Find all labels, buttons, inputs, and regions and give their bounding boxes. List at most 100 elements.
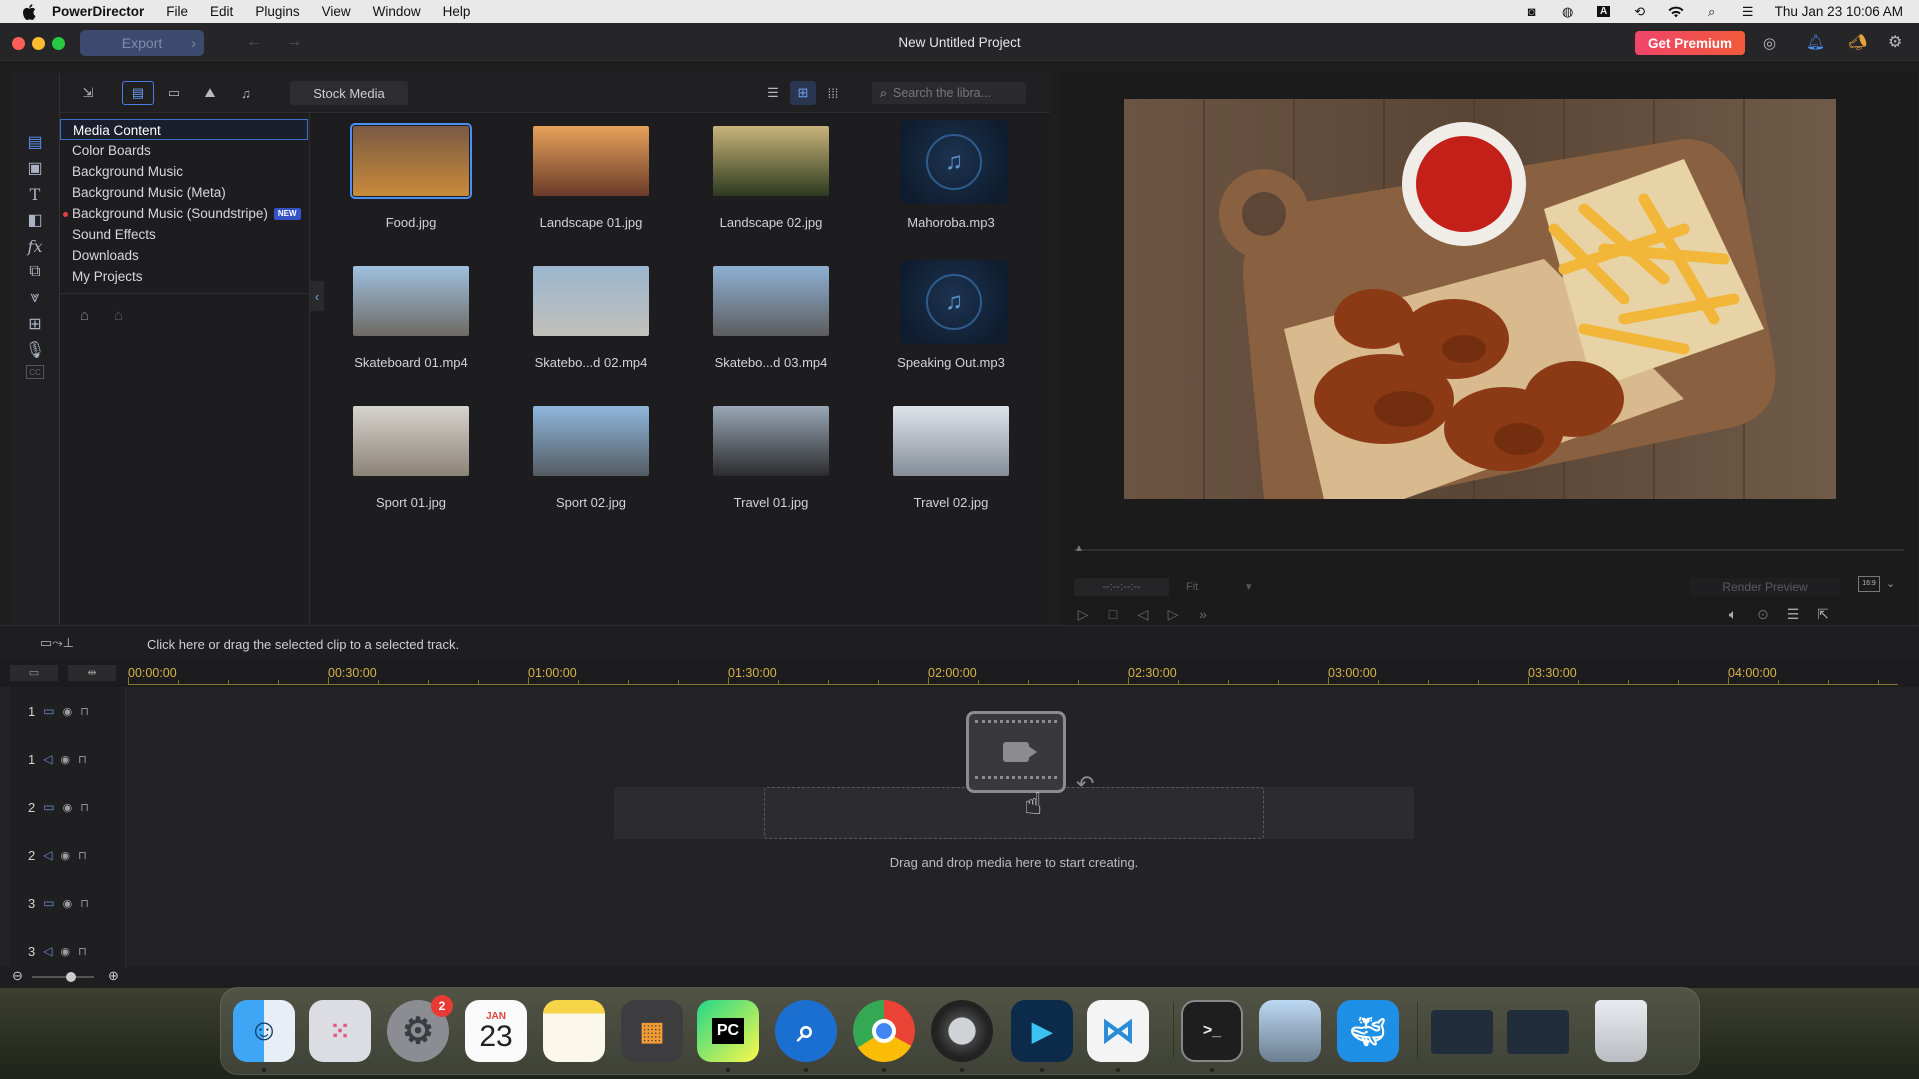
media-thumbnail[interactable]: [533, 266, 649, 336]
notes-icon[interactable]: [543, 1000, 605, 1062]
media-item[interactable]: Travel 02.jpg: [870, 403, 1010, 543]
preview-scrubber[interactable]: [1074, 549, 1904, 551]
tab-all-media[interactable]: ▤: [122, 81, 154, 105]
volume-icon[interactable]: 🔈︎: [1724, 605, 1742, 623]
lock-icon[interactable]: ⊓: [78, 945, 87, 958]
docker-icon[interactable]: 🐳︎: [1337, 1000, 1399, 1062]
media-thumbnail[interactable]: [533, 406, 649, 476]
undock-preview-icon[interactable]: ⇱: [1814, 605, 1832, 623]
media-thumbnail[interactable]: [353, 266, 469, 336]
small-grid-view-icon[interactable]: ⁞⁞⁞: [820, 81, 846, 105]
vscode-window-thumbnail[interactable]: [1431, 1010, 1493, 1054]
media-thumbnail[interactable]: [353, 406, 469, 476]
input-source-icon[interactable]: A: [1595, 5, 1613, 19]
aspect-ratio-button[interactable]: 16:9: [1858, 576, 1880, 592]
snapshot-camera-icon[interactable]: ⊙: [1754, 605, 1772, 623]
music-thumbnail[interactable]: ♫: [900, 260, 1008, 344]
spotlight-icon[interactable]: ⌕: [1703, 4, 1721, 19]
account-icon[interactable]: ◎: [1763, 34, 1776, 52]
stop-icon[interactable]: □: [1104, 605, 1122, 623]
fast-forward-icon[interactable]: »: [1194, 605, 1212, 623]
track-header-video[interactable]: 1 ▭ ◉ ⊓: [10, 687, 126, 735]
tab-image-icon[interactable]: ⛰: [194, 81, 226, 105]
next-frame-icon[interactable]: ▷: [1164, 605, 1182, 623]
calculator-icon[interactable]: ▦: [621, 1000, 683, 1062]
launchpad-icon[interactable]: ⁙: [309, 1000, 371, 1062]
menubar-clock[interactable]: Thu Jan 23 10:06 AM: [1775, 4, 1903, 19]
remove-tag-icon[interactable]: ⌂: [114, 307, 123, 324]
media-thumbnail[interactable]: [533, 126, 649, 196]
media-thumbnail[interactable]: [713, 406, 829, 476]
wifi-icon[interactable]: [1667, 5, 1685, 19]
render-preview-button[interactable]: Render Preview: [1690, 578, 1840, 596]
media-item[interactable]: Sport 02.jpg: [510, 403, 650, 543]
app-name[interactable]: PowerDirector: [52, 4, 144, 19]
previous-frame-icon[interactable]: ◁: [1134, 605, 1152, 623]
media-item[interactable]: Skateboard 01.mp4: [330, 263, 470, 403]
voiceover-mic-icon[interactable]: 🎙︎: [24, 339, 46, 361]
category-background-music-soundstripe[interactable]: Background Music (Soundstripe) NEW: [60, 203, 308, 224]
media-item[interactable]: ♫ Speaking Out.mp3: [870, 260, 1010, 403]
announcement-icon[interactable]: 📣︎: [1848, 33, 1867, 51]
lock-icon[interactable]: ⊓: [80, 705, 89, 718]
timeline-hint[interactable]: Click here or drag the selected clip to …: [147, 637, 459, 652]
get-premium-button[interactable]: Get Premium: [1635, 31, 1745, 55]
timeline-tools-icon[interactable]: ▭⤳⊥: [40, 635, 74, 651]
tab-video-icon[interactable]: ▭: [158, 81, 190, 105]
category-color-boards[interactable]: Color Boards: [60, 140, 308, 161]
pycharm-icon[interactable]: PC: [697, 1000, 759, 1062]
visibility-eye-icon[interactable]: ◉: [63, 705, 73, 718]
drop-zone-outline[interactable]: [764, 787, 1264, 839]
transition-room-icon[interactable]: ◧: [24, 209, 46, 231]
screen-recorder-icon[interactable]: ▶: [1011, 1000, 1073, 1062]
play-icon[interactable]: ▷: [1074, 605, 1092, 623]
media-item[interactable]: Skatebo...d 03.mp4: [690, 263, 830, 403]
menu-edit[interactable]: Edit: [210, 4, 233, 19]
visibility-eye-icon[interactable]: ◉: [60, 753, 70, 766]
import-media-icon[interactable]: ⇲: [72, 81, 104, 105]
media-item[interactable]: Food.jpg: [330, 123, 472, 263]
visibility-eye-icon[interactable]: ◉: [60, 945, 70, 958]
menu-view[interactable]: View: [322, 4, 351, 19]
media-item[interactable]: ♫ Mahoroba.mp3: [870, 120, 1010, 263]
media-item[interactable]: Travel 01.jpg: [690, 403, 830, 543]
zoom-slider-handle[interactable]: [66, 972, 76, 982]
lock-icon[interactable]: ⊓: [80, 801, 89, 814]
music-thumbnail[interactable]: ♫: [900, 120, 1008, 204]
apple-icon[interactable]: [20, 3, 38, 21]
media-room-icon[interactable]: ▤: [24, 131, 46, 153]
notification-bell-icon[interactable]: 🔔︎: [1806, 33, 1825, 51]
zoom-in-icon[interactable]: ⊕: [108, 968, 119, 984]
fit-zoom-select[interactable]: Fit ▾: [1176, 578, 1256, 596]
grid-view-icon[interactable]: ⊞: [790, 81, 816, 105]
category-downloads[interactable]: Downloads: [60, 245, 308, 266]
media-thumbnail[interactable]: [713, 126, 829, 196]
media-thumbnail[interactable]: [713, 266, 829, 336]
templates-room-icon[interactable]: ▣: [24, 157, 46, 179]
zoom-slider[interactable]: [32, 976, 94, 978]
chrome-icon[interactable]: [853, 1000, 915, 1062]
vscode-icon[interactable]: ⋈: [1087, 1000, 1149, 1062]
scrubber-handle-icon[interactable]: ▲: [1074, 543, 1084, 554]
settings-gear-icon[interactable]: ⚙: [1888, 32, 1902, 52]
category-background-music-meta[interactable]: Background Music (Meta): [60, 182, 308, 203]
category-background-music[interactable]: Background Music: [60, 161, 308, 182]
calendar-icon[interactable]: JAN 23: [465, 1000, 527, 1062]
lock-icon[interactable]: ⊓: [78, 753, 87, 766]
camera-status-icon[interactable]: ◙: [1523, 4, 1541, 19]
preview-quality-icon[interactable]: ☰: [1784, 605, 1802, 623]
particle-room-icon[interactable]: ⩔: [24, 287, 46, 309]
category-sound-effects[interactable]: Sound Effects: [60, 224, 308, 245]
preview-app-icon[interactable]: [1259, 1000, 1321, 1062]
add-tag-icon[interactable]: ⌂: [80, 307, 89, 324]
media-item[interactable]: Skatebo...d 02.mp4: [510, 263, 650, 403]
media-item[interactable]: Sport 01.jpg: [330, 403, 470, 543]
finder-icon[interactable]: ☺: [233, 1000, 295, 1062]
zoom-out-icon[interactable]: ⊖: [12, 968, 23, 984]
control-center-icon[interactable]: ☰: [1739, 4, 1757, 19]
menu-window[interactable]: Window: [373, 4, 421, 19]
library-search-input[interactable]: ⌕ Search the libra...: [872, 82, 1026, 104]
media-item[interactable]: Landscape 01.jpg: [510, 123, 650, 263]
subtitle-room-icon[interactable]: ⊞: [24, 313, 46, 335]
disc-icon[interactable]: ◍: [1559, 4, 1577, 19]
